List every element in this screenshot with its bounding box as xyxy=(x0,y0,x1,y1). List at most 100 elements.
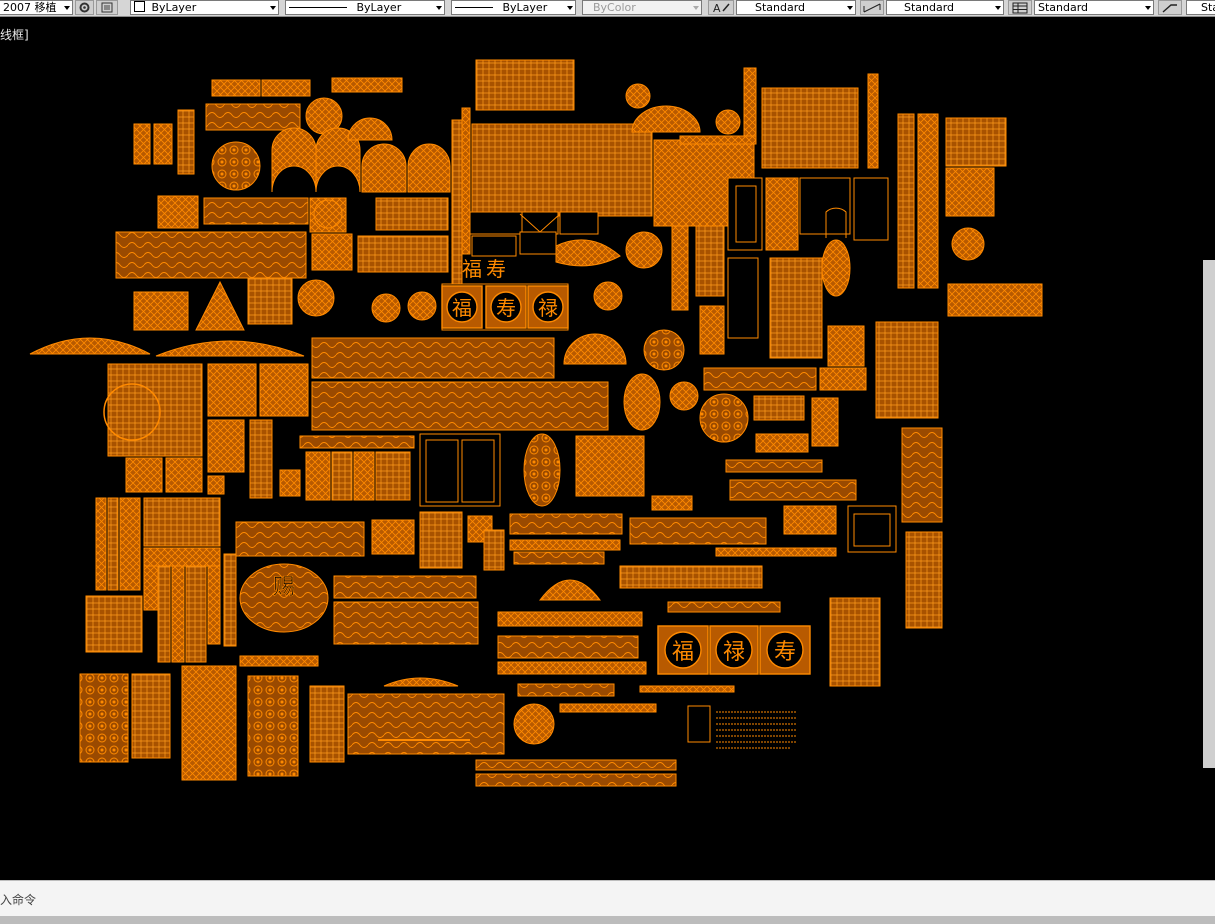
drawing-block xyxy=(177,109,195,175)
drawing-arch xyxy=(631,105,701,133)
drawing-block xyxy=(497,635,639,659)
drawing-block xyxy=(509,513,623,535)
shou-character-small: 寿 xyxy=(486,257,506,281)
drawing-block xyxy=(727,177,763,251)
drawing-block xyxy=(783,505,837,535)
drawing-block xyxy=(945,117,1007,167)
drawing-block xyxy=(651,495,693,511)
drawing-block xyxy=(471,235,517,257)
drawing-block xyxy=(131,673,171,759)
drawing-block xyxy=(143,565,159,611)
drawing-block xyxy=(619,565,763,589)
drawing-block xyxy=(353,451,375,501)
drawing-arch xyxy=(271,127,317,193)
drawing-block xyxy=(715,547,837,557)
drawing-medallion xyxy=(699,393,749,443)
text-style-label: Standard xyxy=(755,1,806,14)
drawing-medallion xyxy=(211,141,261,191)
drawing-block xyxy=(725,459,823,473)
drawing-canvas[interactable]: 福 寿 禄 福 禄 寿 福 寿 赐 xyxy=(0,18,1215,878)
chevron-down-icon xyxy=(995,6,1001,10)
drawing-block xyxy=(261,79,311,97)
drawing-block xyxy=(133,123,151,165)
color-control[interactable]: ByLayer xyxy=(130,0,279,15)
chevron-down-icon xyxy=(847,6,853,10)
drawing-block xyxy=(205,103,301,131)
seal-character: 赐 xyxy=(273,575,295,600)
text-style-combo[interactable]: Standard xyxy=(736,0,856,15)
table-style-label: Standard xyxy=(1038,1,1089,14)
lu-character: 禄 xyxy=(723,640,745,665)
drawing-block xyxy=(575,435,645,497)
drawing-medallion xyxy=(623,373,661,431)
lineweight-control[interactable]: ByLayer xyxy=(451,0,576,15)
drawing-medallion xyxy=(297,279,335,317)
make-current-layer-button[interactable] xyxy=(96,0,118,15)
drawing-medallion xyxy=(625,231,663,269)
drawing-block xyxy=(699,305,725,355)
drawing-block xyxy=(207,565,221,645)
drawing-arch xyxy=(407,143,451,193)
text-style-icon: A xyxy=(713,2,730,14)
drawing-block xyxy=(235,521,365,557)
table-style-combo[interactable]: Standard xyxy=(1034,0,1154,15)
drawing-block xyxy=(311,381,609,431)
fu-character: 福 xyxy=(672,640,694,665)
drawing-block xyxy=(945,167,995,217)
drawing-block xyxy=(171,565,185,663)
table-style-button[interactable] xyxy=(1008,0,1032,15)
workspace-combo[interactable]: 2007 移植 xyxy=(0,0,73,15)
drawing-ornament xyxy=(383,677,459,687)
text-style-button[interactable]: A xyxy=(708,0,734,15)
drawing-block xyxy=(695,225,725,297)
plotstyle-control[interactable]: ByColor xyxy=(582,0,702,15)
multileader-style-combo[interactable]: Sta xyxy=(1186,0,1215,15)
drawing-block xyxy=(799,177,851,235)
drawing-block xyxy=(897,113,915,289)
chevron-down-icon xyxy=(64,6,70,10)
dim-style-button[interactable] xyxy=(860,0,884,15)
color-label: ByLayer xyxy=(151,1,197,14)
drawing-arch xyxy=(347,117,393,141)
chevron-down-icon xyxy=(693,6,699,10)
drawing-block xyxy=(517,683,615,697)
drawing-block xyxy=(519,231,557,255)
drawing-arch xyxy=(563,333,627,365)
drawing-block xyxy=(853,177,889,241)
drawing-block xyxy=(185,565,207,663)
drawing-block xyxy=(451,119,463,301)
dim-style-label: Standard xyxy=(904,1,955,14)
drawing-medallion xyxy=(715,109,741,135)
drawing-block xyxy=(629,517,767,545)
drawing-block xyxy=(165,457,203,493)
drawing-medallion xyxy=(407,291,437,321)
drawing-medallion xyxy=(313,199,343,229)
drawing-block xyxy=(727,257,759,339)
drawing-block xyxy=(703,367,817,391)
drawing-block xyxy=(469,211,523,235)
drawing-block xyxy=(223,553,237,647)
drawing-block xyxy=(761,87,859,169)
dim-style-combo[interactable]: Standard xyxy=(886,0,1004,15)
multileader-style-button[interactable] xyxy=(1158,0,1182,15)
multileader-style-label: Sta xyxy=(1201,1,1215,14)
dimension-style-icon xyxy=(863,3,881,13)
workspace-settings-button[interactable] xyxy=(75,0,94,15)
workspace-label: 2007 移植 xyxy=(3,1,57,14)
drawing-block xyxy=(239,655,319,667)
multileader-icon xyxy=(1162,4,1177,13)
drawing-block xyxy=(559,211,599,235)
drawing-block xyxy=(509,539,621,551)
drawing-medallion xyxy=(625,83,651,109)
fu-character-small: 福 xyxy=(462,257,482,281)
chevron-down-icon xyxy=(436,6,442,10)
command-line[interactable]: 入命令 xyxy=(0,880,1215,917)
drawing-block xyxy=(867,73,879,169)
drawing-medallion xyxy=(371,293,401,323)
drawing-medallion xyxy=(821,239,851,297)
drawing-block xyxy=(829,597,881,687)
linetype-control[interactable]: ByLayer xyxy=(285,0,445,15)
command-prompt: 入命令 xyxy=(0,893,37,907)
drawing-block xyxy=(905,531,943,629)
vertical-scrollbar[interactable] xyxy=(1203,260,1215,768)
